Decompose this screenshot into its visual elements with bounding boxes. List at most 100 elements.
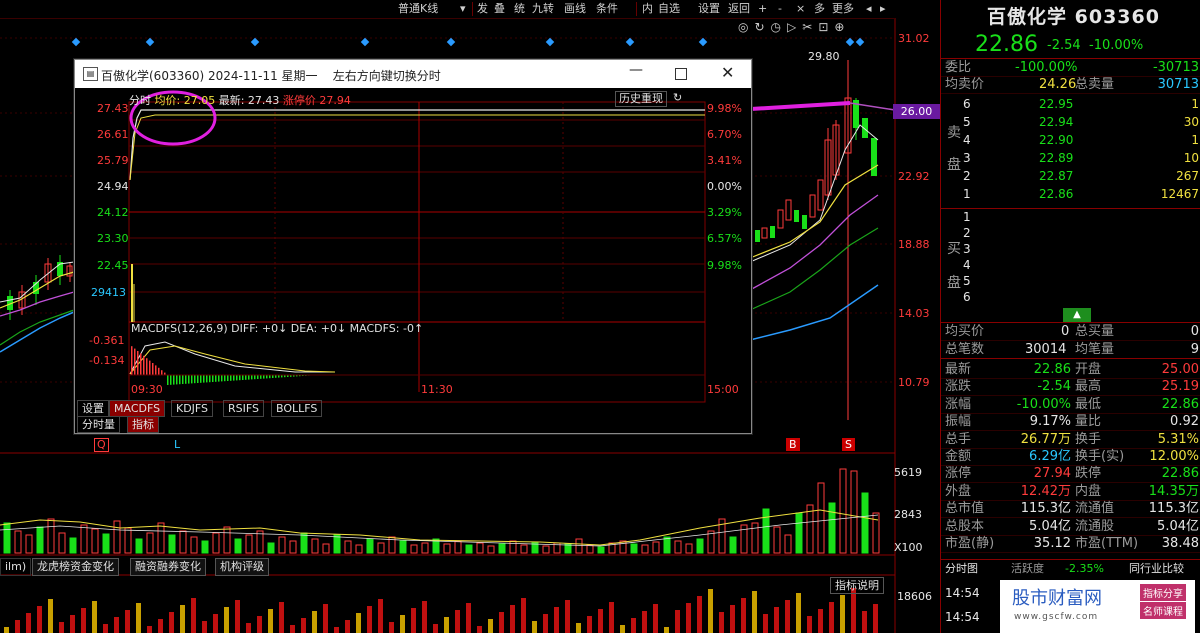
refresh-icon[interactable]: ↻ [673, 91, 682, 104]
volume-bar [113, 520, 121, 554]
app-icon: ▤ [83, 67, 98, 81]
toolbar-item-condition[interactable]: 条件 [596, 1, 618, 17]
eye-icon[interactable]: ◎ [738, 20, 754, 34]
marker-b[interactable]: B [786, 438, 800, 451]
indicator-bar [521, 598, 526, 633]
sell-level-index: 3 [963, 151, 971, 165]
intraday-chart [128, 90, 706, 403]
indicator-bar [587, 616, 592, 633]
tab-settings[interactable]: 设置 [77, 400, 109, 417]
sell-level-row[interactable]: 1 22.86 12467 [963, 186, 1199, 203]
tab-activity-label[interactable]: 活跃度 [1011, 560, 1044, 577]
bottom-tab-margin[interactable]: 融资融券变化 [130, 558, 206, 576]
cut-icon[interactable]: ✂ [802, 20, 818, 34]
marker-s[interactable]: S [842, 438, 855, 451]
toolbar-item-watchlist[interactable]: 自选 [658, 1, 680, 17]
sell-level-row[interactable]: 5 22.94 30 [963, 114, 1199, 131]
tab-kdjfs[interactable]: KDJFS [171, 400, 214, 417]
marker-q[interactable]: Q [94, 438, 109, 452]
maximize-icon[interactable] [675, 68, 687, 80]
popup-left-axis-5: 24.12 [97, 206, 129, 219]
toolbar-item-stats[interactable]: 统 [514, 1, 525, 17]
history-replay-button[interactable]: 历史重现 [615, 91, 667, 107]
volume-bar [278, 536, 286, 554]
popup-title: 百傲化学(603360) 2024-11-11 星期一 左右方向键切换分时 [101, 69, 441, 83]
indicator-bar [829, 602, 834, 633]
indicator-bar [543, 614, 548, 633]
stat-value: 9.17% [1029, 414, 1071, 430]
arrow-left-icon[interactable]: ◂ [866, 1, 872, 17]
sell-level-row[interactable]: 2 22.87 267 [963, 168, 1199, 185]
volume-bar [674, 540, 682, 554]
recycle-icon[interactable]: ↻ [754, 20, 770, 34]
marker-l[interactable]: L [174, 438, 180, 451]
chevron-up-icon[interactable]: ▲ [1063, 308, 1091, 322]
macd-axis-1: -0.361 [89, 334, 125, 347]
macd-bar [137, 351, 139, 375]
macd-bar [152, 363, 154, 375]
indicator-bar [37, 606, 42, 633]
macd-bar [161, 370, 163, 375]
macd-bar [209, 375, 211, 383]
tab-bollfs[interactable]: BOLLFS [271, 400, 323, 417]
clock-icon[interactable]: ◷ [771, 20, 787, 34]
arrow-right-icon[interactable]: ▸ [880, 1, 886, 17]
tab-intraday[interactable]: 分时图 [945, 560, 978, 577]
orders-label: 总笔数 [945, 342, 985, 357]
toolbar-item-back[interactable]: 返回 [728, 1, 750, 17]
indicator-help-button[interactable]: 指标说明 [830, 577, 884, 594]
sell-level-row[interactable]: 3 22.89 10 [963, 150, 1199, 167]
popup-left-axis-4: 24.94 [97, 180, 129, 193]
weibi-value: -100.00% [1015, 60, 1078, 75]
toolbar-item-settings[interactable]: 设置 [698, 1, 720, 17]
stat-value: 5.04亿 [1157, 518, 1199, 534]
tab-indicator[interactable]: 指标 [127, 416, 159, 433]
macd-bar [239, 375, 241, 381]
tab-intraday-volume[interactable]: 分时量 [77, 416, 120, 433]
tab-industry-compare[interactable]: 同行业比较 [1129, 560, 1184, 577]
buy-level-index: 1 [963, 210, 971, 224]
sell-level-price: 22.86 [1039, 187, 1074, 201]
close-icon[interactable]: ✕ [721, 63, 734, 82]
tab-rsifs[interactable]: RSIFS [223, 400, 264, 417]
toolbar-item-inner[interactable]: 内 [642, 1, 653, 17]
volume-bar [806, 504, 814, 554]
sell-level-volume: 30 [1183, 115, 1199, 129]
legend-time: 分时 [129, 94, 151, 107]
volume-bar [498, 543, 506, 554]
volume-bar [146, 532, 154, 554]
bottom-tab-0[interactable]: ilm) [0, 558, 32, 576]
stat-value: 22.86 [1033, 362, 1071, 377]
toolbar-item-nine-turn[interactable]: 九转 [532, 1, 554, 17]
indicator-bar [752, 591, 757, 633]
indicator-bar [664, 627, 669, 633]
total-sell-label: 总卖量 [1075, 77, 1115, 92]
tab-macdfs[interactable]: MACDFS [109, 400, 166, 417]
sell-level-index: 4 [963, 133, 971, 147]
pin-icon[interactable]: ⊕ [834, 20, 850, 34]
volume-bar [410, 544, 418, 554]
bottom-tab-dragon-tiger[interactable]: 龙虎榜资金变化 [32, 558, 119, 576]
sell-level-row[interactable]: 6 22.95 1 [963, 96, 1199, 113]
toolbar-item-overlay[interactable]: 叠 [494, 1, 505, 17]
toolbar-item-more[interactable]: 更多 [832, 1, 854, 17]
play-icon[interactable]: ▷ [787, 20, 802, 34]
chevron-down-icon[interactable]: ▾ [460, 1, 466, 17]
indicator-bar [697, 596, 702, 633]
close-icon[interactable]: × [796, 1, 805, 17]
volume-axis-2: 2843 [894, 508, 922, 521]
toolbar-kline-type[interactable]: 普通K线 [398, 1, 438, 17]
toolbar-item-multi[interactable]: 多 [814, 1, 825, 17]
zoom-out-icon[interactable]: - [778, 1, 782, 17]
sell-level-row[interactable]: 4 22.90 1 [963, 132, 1199, 149]
stat-value: 6.29亿 [1029, 449, 1071, 464]
indicator-bar [499, 612, 504, 633]
lock-icon[interactable]: ⊡ [818, 20, 834, 34]
zoom-in-icon[interactable]: + [758, 1, 767, 17]
bottom-tab-rating[interactable]: 机构评级 [215, 558, 269, 576]
indicator-bar [367, 606, 372, 633]
toolbar-item-fa[interactable]: 发 [477, 1, 488, 17]
toolbar-item-draw[interactable]: 画线 [564, 1, 586, 17]
minimize-icon[interactable]: — [629, 62, 643, 78]
watermark-logo: 股市财富网 指标分享 名师课程 www.gscfw.com [1000, 580, 1195, 633]
